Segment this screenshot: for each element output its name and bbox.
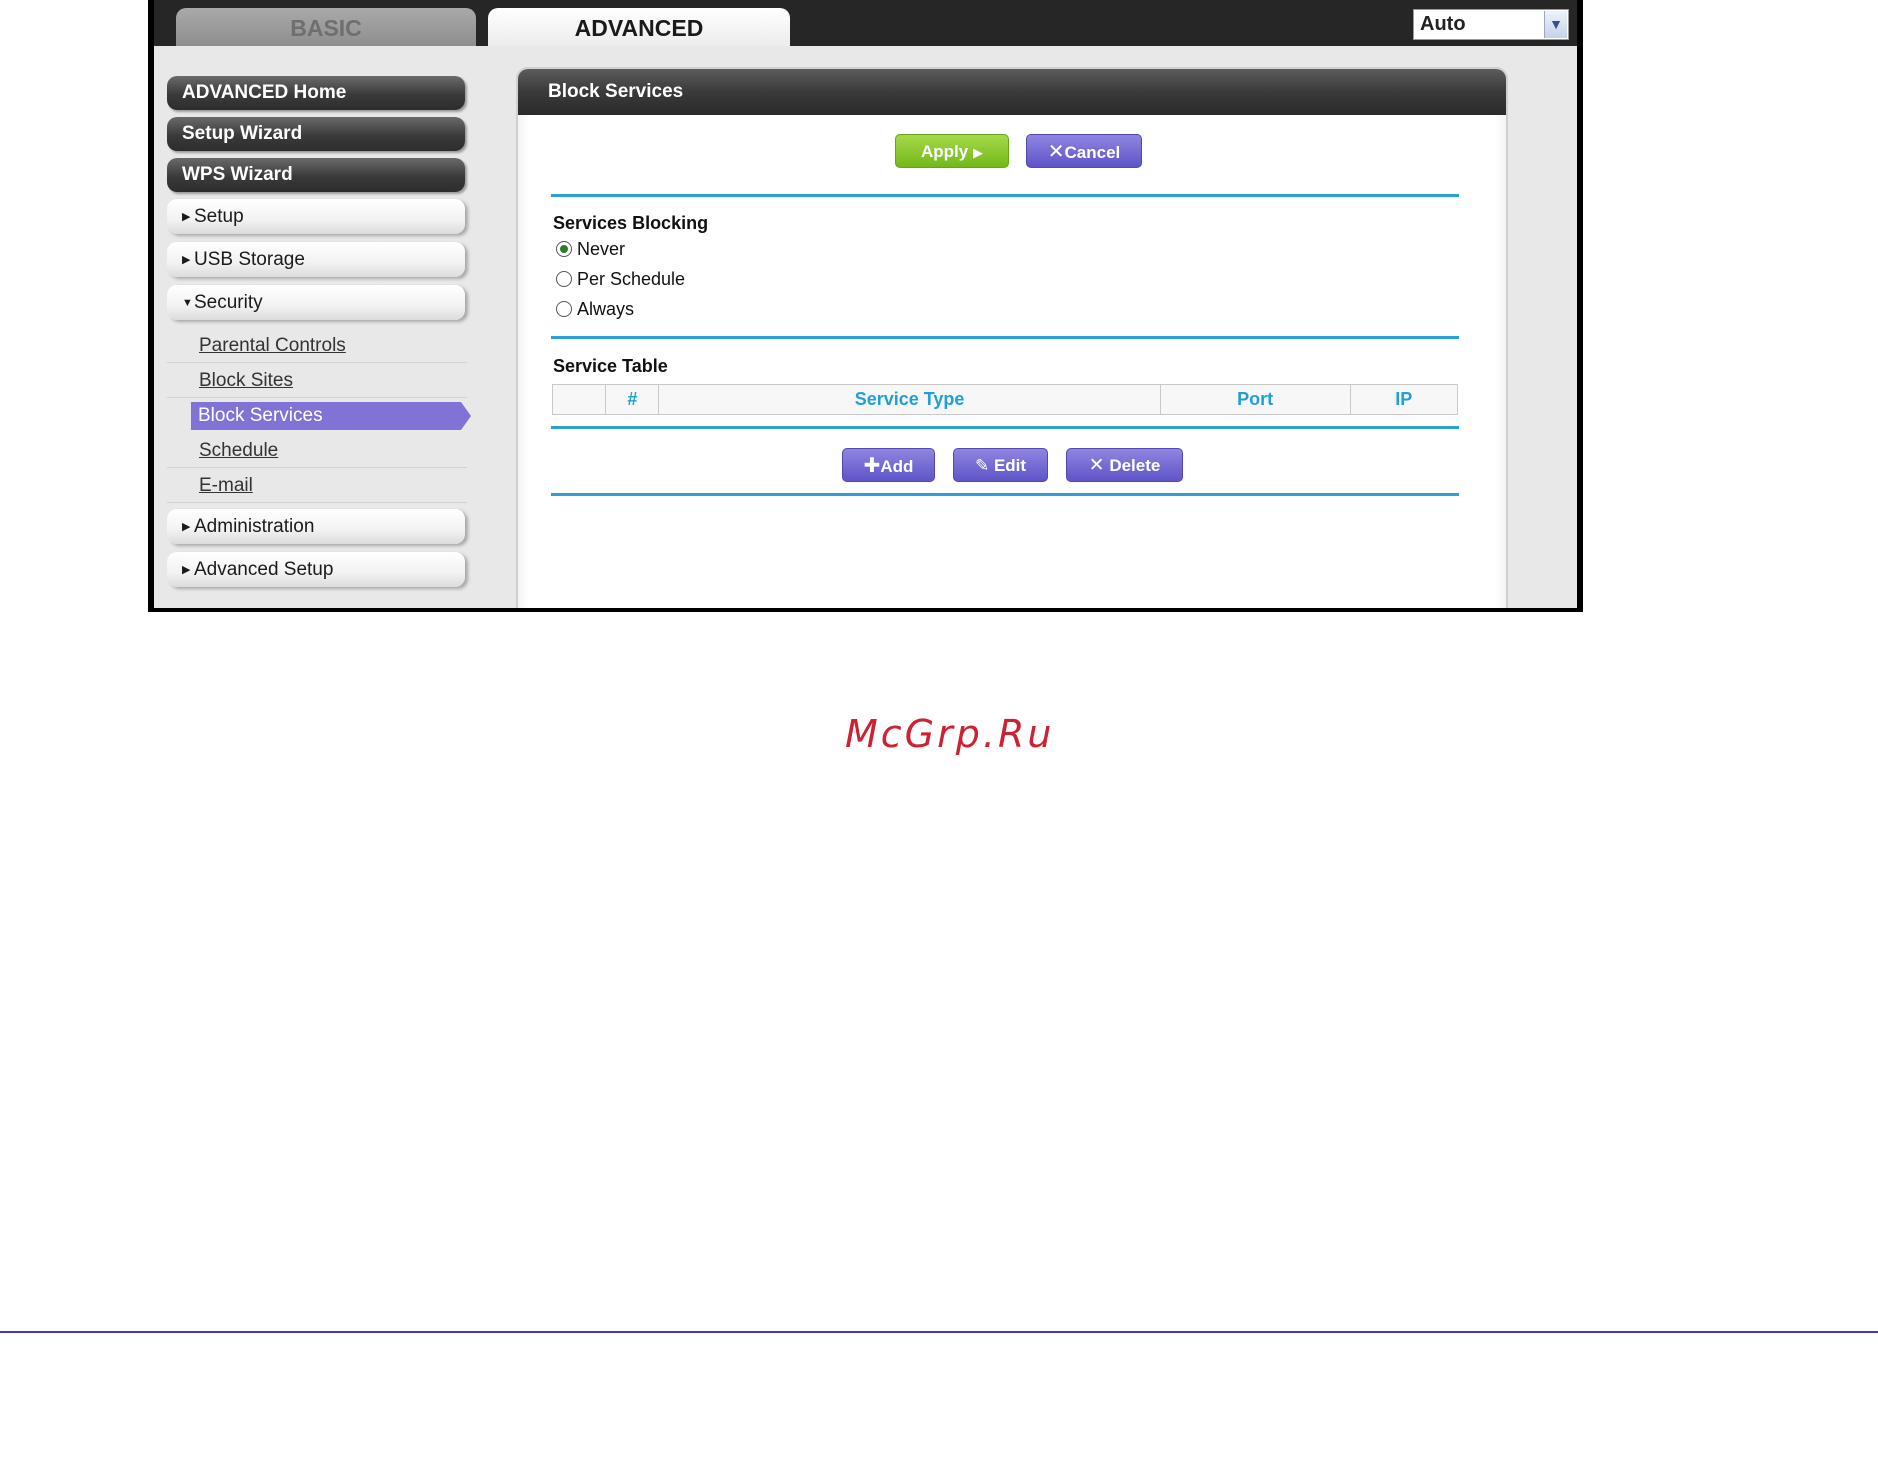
play-arrow-icon: ▶ [972, 145, 983, 160]
divider [551, 194, 1459, 197]
add-button-label: Add [880, 457, 914, 476]
divider [551, 426, 1459, 429]
page-bottom-rule [0, 1331, 1878, 1333]
sidebar-item-advanced-setup[interactable]: ▶ Advanced Setup [167, 552, 465, 587]
apply-button[interactable]: Apply ▶ [895, 134, 1009, 168]
column-header-select [551, 384, 607, 415]
panel-body: Apply ▶ ✕Cancel Services Blocking Never … [518, 115, 1506, 608]
sidebar-subitem-block-sites[interactable]: Block Sites [167, 363, 467, 398]
column-header-port: Port [1159, 384, 1351, 415]
sidebar-subitem-email[interactable]: E-mail [167, 468, 467, 503]
sidebar-item-administration[interactable]: ▶ Administration [167, 509, 465, 544]
delete-button[interactable]: ✕ Delete [1066, 448, 1183, 482]
sidebar-item-label: USB Storage [194, 249, 305, 270]
column-header-ip: IP [1349, 384, 1458, 415]
services-blocking-label: Services Blocking [553, 213, 709, 233]
router-admin-window: BASIC ADVANCED Auto ▼ ADVANCED Home Setu… [154, 0, 1577, 608]
caret-down-icon: ▼ [182, 297, 193, 309]
sidebar: ADVANCED Home Setup Wizard WPS Wizard ▶ S… [167, 76, 497, 595]
sidebar-subitem-parental-controls[interactable]: Parental Controls [167, 328, 467, 363]
caret-right-icon: ▶ [182, 211, 191, 223]
divider [551, 336, 1459, 339]
pencil-icon: ✎ [974, 456, 990, 475]
radio-unselected-icon[interactable] [556, 301, 572, 317]
tab-basic[interactable]: BASIC [176, 8, 476, 46]
service-table: # Service Type Port IP [551, 384, 1458, 415]
top-bar: BASIC ADVANCED Auto ▼ [154, 0, 1577, 46]
chevron-down-icon[interactable]: ▼ [1544, 11, 1567, 38]
edit-button-label: Edit [993, 456, 1027, 475]
plus-icon: ✚ [863, 455, 881, 477]
column-header-service-type: Service Type [658, 384, 1161, 415]
cancel-button[interactable]: ✕Cancel [1026, 134, 1142, 168]
divider [551, 493, 1459, 496]
close-icon: ✕ [1047, 141, 1065, 163]
sidebar-item-advanced-home[interactable]: ADVANCED Home [167, 76, 465, 110]
sidebar-item-label: Advanced Setup [194, 559, 334, 580]
radio-label: Always [577, 299, 635, 319]
sidebar-subitem-label: Block Sites [199, 370, 293, 391]
sidebar-subitem-label: Parental Controls [199, 335, 346, 356]
sidebar-item-usb-storage[interactable]: ▶ USB Storage [167, 242, 465, 277]
sidebar-item-wps-wizard[interactable]: WPS Wizard [167, 158, 465, 192]
watermark-text: McGrp.Ru [845, 712, 1055, 756]
tab-advanced[interactable]: ADVANCED [488, 8, 790, 46]
sidebar-item-setup-wizard[interactable]: Setup Wizard [167, 117, 465, 151]
caret-right-icon: ▶ [182, 254, 191, 266]
sidebar-item-label: Administration [194, 516, 315, 537]
edit-button[interactable]: ✎ Edit [953, 448, 1048, 482]
radio-selected-icon[interactable] [556, 241, 572, 257]
table-header-row: # Service Type Port IP [551, 384, 1458, 415]
sidebar-subitem-block-services[interactable]: Block Services [167, 398, 471, 433]
add-button[interactable]: ✚Add [842, 448, 935, 482]
language-select[interactable]: Auto ▼ [1413, 9, 1569, 40]
block-services-panel: Block Services Apply ▶ ✕Cancel Services … [518, 69, 1506, 608]
security-submenu: Parental Controls Block Sites Block Serv… [167, 328, 497, 503]
radio-label: Per Schedule [577, 269, 686, 289]
sidebar-subitem-label: E-mail [199, 475, 253, 496]
caret-right-icon: ▶ [182, 521, 191, 533]
close-icon: ✕ [1088, 455, 1105, 476]
sidebar-subitem-label: Block Services [191, 402, 471, 430]
panel-title: Block Services [518, 69, 1506, 115]
cancel-button-label: Cancel [1064, 143, 1121, 162]
language-select-value: Auto [1420, 13, 1466, 35]
caret-right-icon: ▶ [182, 564, 191, 576]
radio-per-schedule[interactable]: Per Schedule [556, 267, 685, 291]
sidebar-item-security[interactable]: ▼Security [167, 285, 465, 320]
radio-unselected-icon[interactable] [556, 271, 572, 287]
sidebar-subitem-schedule[interactable]: Schedule [167, 433, 467, 468]
delete-button-label: Delete [1109, 456, 1161, 475]
apply-button-label: Apply [921, 142, 969, 161]
router-ui-screenshot: BASIC ADVANCED Auto ▼ ADVANCED Home Setu… [148, 0, 1583, 612]
service-table-label: Service Table [553, 356, 668, 376]
column-header-number: # [605, 384, 660, 415]
sidebar-item-label: Security [194, 292, 263, 313]
radio-never[interactable]: Never [556, 237, 625, 261]
sidebar-item-setup[interactable]: ▶ Setup [167, 199, 465, 234]
sidebar-subitem-label: Schedule [199, 440, 279, 461]
radio-always[interactable]: Always [556, 297, 634, 321]
radio-label: Never [577, 239, 626, 259]
sidebar-item-label: Setup [194, 206, 244, 227]
